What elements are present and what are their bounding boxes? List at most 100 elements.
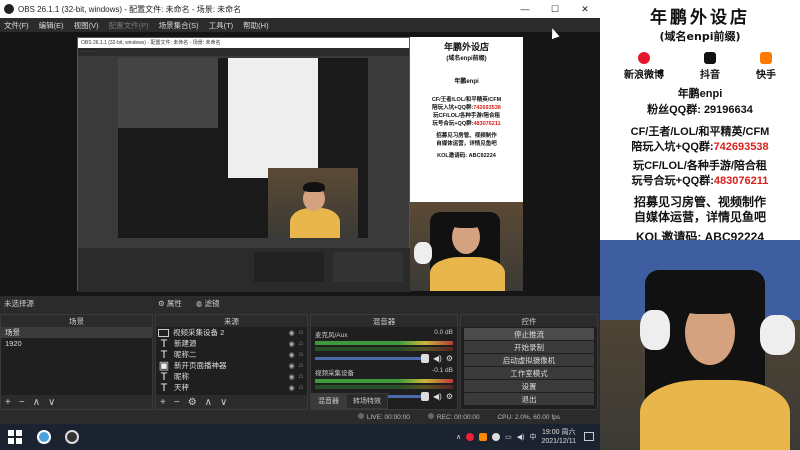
move-up-icon[interactable]: ∧ — [205, 397, 212, 408]
eye-icon[interactable]: ◉ — [289, 362, 295, 370]
obs-logo-icon — [4, 4, 14, 14]
properties-button[interactable]: ⚙ 属性 — [158, 298, 182, 309]
lock-icon[interactable]: ⌂ — [299, 362, 303, 370]
rec-status: REC: 00:00:00 — [427, 413, 480, 421]
settings-button[interactable]: 设置 — [464, 380, 594, 392]
maximize-button[interactable]: ☐ — [540, 0, 570, 18]
eye-icon[interactable]: ◉ — [289, 384, 295, 392]
ime-indicator[interactable]: 中 — [529, 432, 536, 442]
eye-icon[interactable]: ◉ — [289, 329, 295, 337]
eye-icon[interactable]: ◉ — [289, 340, 295, 348]
slider-knob[interactable] — [421, 392, 429, 401]
move-up-icon[interactable]: ∧ — [33, 397, 40, 408]
filter-icon: ◍ — [195, 298, 203, 308]
douyin-label: 抖音 — [700, 70, 720, 81]
nested-line3: 玩CF/LOL/各种手游/陪合租 — [433, 113, 500, 119]
speaker-icon[interactable]: ◀) — [433, 392, 442, 401]
eye-icon[interactable]: ◉ — [289, 351, 295, 359]
tab-transitions[interactable]: 转场特效 — [346, 393, 388, 409]
source-item[interactable]: T 昵称二 ◉ ⌂ — [156, 349, 307, 361]
remove-scene-icon[interactable]: − — [19, 397, 25, 408]
nested-webcam — [410, 202, 523, 291]
move-down-icon[interactable]: ∨ — [220, 397, 227, 408]
streamer-body — [640, 380, 790, 450]
tab-mixer[interactable]: 混音器 — [311, 393, 346, 409]
tray-app-icon[interactable] — [492, 433, 501, 441]
source-item[interactable]: T 昵称 ◉ ⌂ — [156, 371, 307, 383]
notification-icon[interactable] — [584, 432, 594, 441]
obs-window: OBS 26.1.1 (32-bit, windows) - 配置文件: 未命名… — [0, 0, 600, 450]
volume-slider[interactable] — [315, 354, 429, 363]
sources-footer: + − ⚙ ∧ ∨ — [156, 395, 307, 409]
system-tray: ∧ ▭ ◀) 中 19:00 周六 2021/12/11 — [456, 424, 576, 450]
volume-meter — [315, 341, 453, 345]
lock-icon[interactable]: ⌂ — [299, 384, 303, 392]
start-recording-button[interactable]: 开始录制 — [464, 341, 594, 353]
image-icon: ▣ — [158, 360, 170, 372]
gear-icon[interactable]: ⚙ — [188, 397, 197, 408]
exit-button[interactable]: 退出 — [464, 393, 594, 405]
source-item[interactable]: T 新建源 ◉ ⌂ — [156, 337, 307, 350]
douyin-icon — [704, 52, 716, 64]
lock-icon[interactable]: ⌂ — [299, 329, 303, 337]
lock-icon[interactable]: ⌂ — [299, 340, 303, 348]
lock-icon[interactable]: ⌂ — [299, 373, 303, 381]
gear-icon: ⚙ — [158, 298, 165, 308]
source-item[interactable]: ▣ 新开页面播神器 ◉ ⌂ — [156, 360, 307, 372]
lock-icon[interactable]: ⌂ — [299, 351, 303, 359]
menu-scene-collection[interactable]: 场景集合(S) — [159, 20, 199, 31]
nested-dock — [78, 248, 411, 292]
start-button[interactable] — [0, 430, 30, 444]
stop-streaming-button[interactable]: 停止推流 — [464, 328, 594, 340]
menu-tools[interactable]: 工具(T) — [209, 20, 234, 31]
close-button[interactable]: ✕ — [570, 0, 600, 18]
rec-time: REC: 00:00:00 — [436, 414, 480, 421]
menu-edit[interactable]: 编辑(E) — [39, 20, 64, 31]
start-virtual-camera-button[interactable]: 启动虚拟摄像机 — [464, 354, 594, 366]
gear-icon[interactable]: ⚙ — [446, 392, 453, 401]
live-status: LIVE: 00:00:00 — [357, 413, 410, 421]
account-group-label: 玩号合玩+QQ群: — [631, 175, 714, 187]
volume-icon[interactable]: ◀) — [517, 433, 525, 441]
weibo-label: 新浪微博 — [624, 70, 664, 81]
tray-app-icon[interactable] — [466, 433, 475, 441]
taskbar-browser-icon[interactable] — [30, 424, 58, 450]
scenes-header: 场景 — [1, 315, 152, 327]
source-item[interactable]: T 天秤 ◉ ⌂ — [156, 382, 307, 394]
menu-profile[interactable]: 配置文件(P) — [109, 20, 149, 31]
kuaishou-label: 快手 — [756, 70, 776, 81]
menu-file[interactable]: 文件(F) — [4, 20, 29, 31]
add-scene-icon[interactable]: + — [5, 397, 11, 408]
add-source-icon[interactable]: + — [160, 397, 166, 408]
gear-icon[interactable]: ⚙ — [446, 354, 453, 363]
nested-domain: (域名enpi前缀) — [446, 56, 487, 62]
speaker-icon[interactable]: ◀) — [433, 354, 442, 363]
minimize-button[interactable]: — — [510, 0, 540, 18]
nested-nickname: 年鹏enpi — [454, 79, 479, 85]
nickname: 年鹏enpi — [677, 88, 723, 100]
nested-cam — [268, 168, 358, 238]
clock[interactable]: 19:00 周六 2021/12/11 — [541, 428, 576, 446]
text-icon: T — [160, 337, 168, 350]
remove-source-icon[interactable]: − — [174, 397, 180, 408]
move-down-icon[interactable]: ∨ — [48, 397, 55, 408]
tray-chevron-icon[interactable]: ∧ — [456, 433, 461, 441]
menu-view[interactable]: 视图(V) — [74, 20, 99, 31]
nested-line6: 自媒体运营，详情见鱼吧 — [436, 141, 497, 147]
taskbar-obs-icon[interactable] — [58, 424, 86, 450]
camera-icon — [158, 328, 169, 337]
slider-knob[interactable] — [421, 354, 429, 363]
scene-item[interactable]: 场景 — [1, 327, 152, 338]
controls-panel: 控件 停止推流 开始录制 启动虚拟摄像机 工作室模式 设置 退出 — [460, 314, 598, 410]
menu-help[interactable]: 帮助(H) — [243, 20, 268, 31]
studio-mode-button[interactable]: 工作室模式 — [464, 367, 594, 379]
tray-app-icon[interactable] — [479, 433, 488, 441]
sources-header: 来源 — [156, 315, 307, 327]
filters-button[interactable]: ◍ 滤镜 — [196, 298, 220, 309]
fans-number: 29196634 — [703, 104, 753, 116]
network-icon[interactable]: ▭ — [505, 433, 512, 441]
scene-item[interactable]: 1920 — [1, 338, 152, 349]
source-item[interactable]: 视频采集设备 2 ◉ ⌂ — [156, 327, 307, 338]
eye-icon[interactable]: ◉ — [289, 373, 295, 381]
nested-line4: 玩号合玩+QQ群:483076211 — [410, 119, 523, 127]
